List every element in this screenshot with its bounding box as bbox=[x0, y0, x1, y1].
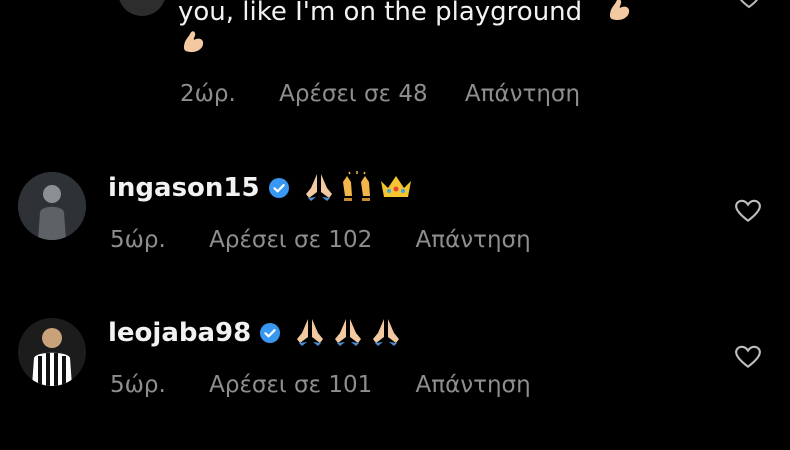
avatar[interactable] bbox=[18, 318, 86, 386]
likes-count-link[interactable]: Αρέσει σε 101 bbox=[209, 370, 372, 400]
comment-meta: 2ώρ. Αρέσει σε 48 Απάντηση bbox=[180, 79, 580, 109]
folded-hands-icon bbox=[293, 315, 327, 351]
folded-hands-icon bbox=[302, 170, 336, 206]
verified-badge-icon bbox=[268, 177, 290, 199]
crown-icon bbox=[378, 171, 414, 205]
comment-emojis bbox=[293, 315, 403, 351]
verified-badge-icon bbox=[259, 322, 281, 344]
comment-header: leojaba98 bbox=[108, 315, 403, 351]
comment-time: 5ώρ. bbox=[110, 227, 166, 253]
like-heart-icon[interactable] bbox=[736, 0, 762, 14]
comment-body: you, like I'm on the playground bbox=[178, 0, 583, 27]
comment-meta: 5ώρ. Αρέσει σε 102 Απάντηση bbox=[110, 225, 531, 255]
likes-count-link[interactable]: Αρέσει σε 102 bbox=[209, 225, 372, 255]
reply-button[interactable]: Απάντηση bbox=[416, 370, 531, 400]
comment-header: ingason15 bbox=[108, 170, 414, 206]
folded-hands-icon bbox=[369, 315, 403, 351]
folded-hands-icon bbox=[331, 315, 365, 351]
avatar[interactable] bbox=[118, 0, 166, 16]
comment-time: 5ώρ. bbox=[110, 372, 166, 398]
username-link[interactable]: ingason15 bbox=[108, 170, 260, 206]
likes-count-link[interactable]: Αρέσει σε 48 bbox=[279, 79, 427, 109]
comment-emojis bbox=[302, 170, 414, 206]
comment-time: 2ώρ. bbox=[180, 81, 236, 107]
flexed-biceps-icon bbox=[178, 26, 208, 60]
like-heart-icon[interactable] bbox=[734, 198, 762, 228]
reply-button[interactable]: Απάντηση bbox=[465, 79, 580, 109]
raising-hands-icon bbox=[340, 170, 374, 206]
flexed-biceps-icon bbox=[604, 0, 634, 33]
comments-screen: you, like I'm on the playground 2ώρ. Αρέ… bbox=[0, 0, 790, 450]
like-heart-icon[interactable] bbox=[734, 344, 762, 374]
reply-button[interactable]: Απάντηση bbox=[416, 225, 531, 255]
username-link[interactable]: leojaba98 bbox=[108, 315, 251, 351]
avatar[interactable] bbox=[18, 172, 86, 240]
comment-meta: 5ώρ. Αρέσει σε 101 Απάντηση bbox=[110, 370, 531, 400]
comment-text: you, like I'm on the playground bbox=[178, 0, 634, 33]
